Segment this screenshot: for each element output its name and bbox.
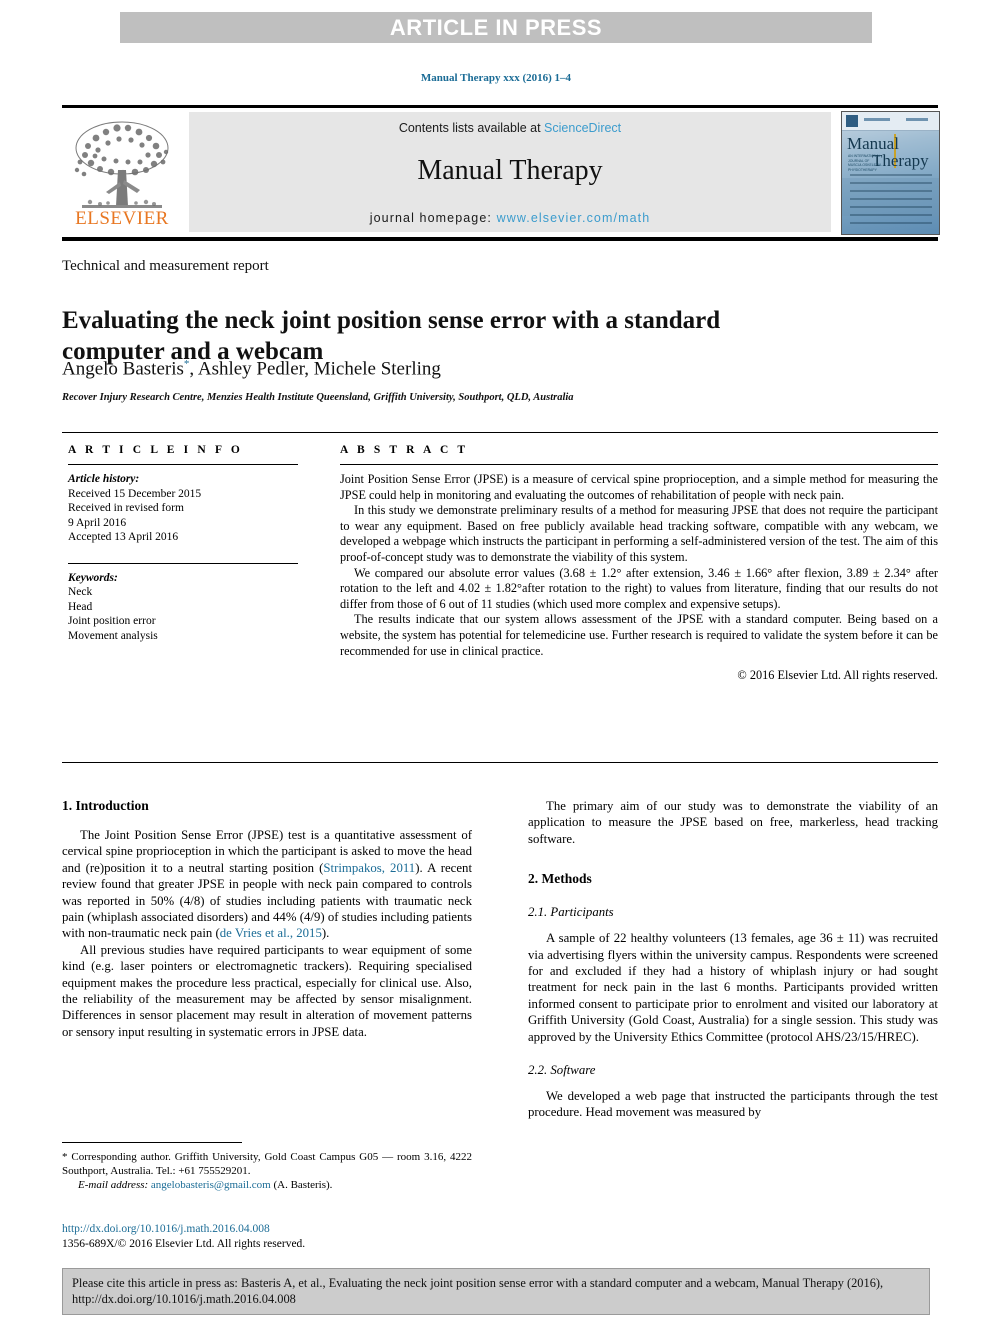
- email-address-label: E-mail address:: [78, 1179, 149, 1191]
- contents-available-line: Contents lists available at ScienceDirec…: [189, 112, 831, 135]
- article-history-label: Article history:: [68, 473, 140, 485]
- article-history-item: Received in revised form: [68, 502, 184, 514]
- issn-copyright-line: 1356-689X/© 2016 Elsevier Ltd. All right…: [62, 1238, 306, 1250]
- keywords-block: Keywords: Neck Head Joint position error…: [68, 571, 298, 644]
- article-info-rule: [68, 464, 298, 465]
- body-paragraph: The Joint Position Sense Error (JPSE) te…: [62, 827, 472, 942]
- body-paragraph: The primary aim of our study was to demo…: [528, 799, 938, 846]
- body-paragraph: We developed a web page that instructed …: [528, 1089, 938, 1120]
- article-info-column: A R T I C L E I N F O Article history: R…: [68, 444, 298, 643]
- abstract-body: Joint Position Sense Error (JPSE) is a m…: [340, 472, 938, 684]
- author-list: Angelo Basteris*, Ashley Pedler, Michele…: [62, 358, 862, 380]
- elsevier-logo: ELSEVIER: [62, 112, 182, 232]
- abstract-copyright: © 2016 Elsevier Ltd. All rights reserved…: [737, 668, 938, 683]
- keywords-label: Keywords:: [68, 571, 118, 584]
- doi-link[interactable]: http://dx.doi.org/10.1016/j.math.2016.04…: [62, 1222, 472, 1237]
- email-address-link[interactable]: angelobasteris@gmail.com: [151, 1179, 271, 1191]
- citation-link-devries[interactable]: de Vries et al., 2015: [220, 926, 322, 940]
- doi-block: http://dx.doi.org/10.1016/j.math.2016.04…: [62, 1222, 472, 1252]
- citation-link-strimpakos[interactable]: Strimpakos, 2011: [323, 861, 415, 875]
- journal-masthead: ELSEVIER Contents lists available at Sci…: [62, 105, 940, 236]
- body-paragraph: All previous studies have required parti…: [62, 942, 472, 1039]
- article-history-block: Article history: Received 15 December 20…: [68, 472, 298, 545]
- masthead-bottom-rule: [62, 237, 938, 241]
- journal-title: Manual Therapy: [417, 155, 603, 186]
- cover-subtitle-text: AN INTERNATIONAL JOURNAL OF MUSCULOSKELE…: [848, 154, 882, 172]
- article-history-item: 9 April 2016: [68, 516, 127, 529]
- abstract-paragraph: The results indicate that our system all…: [340, 612, 938, 658]
- email-address-suffix: (A. Basteris).: [270, 1179, 333, 1191]
- journal-cover-thumbnail: Manual Therapy AN INTERNATIONAL JOURNAL …: [841, 111, 940, 235]
- sciencedirect-link[interactable]: ScienceDirect: [544, 121, 621, 135]
- keywords-rule: [68, 562, 298, 564]
- corresponding-author-footnote: * Corresponding author. Griffith Univers…: [62, 1150, 472, 1192]
- body-column-right: The primary aim of our study was to demo…: [528, 798, 938, 1121]
- article-history-item: Accepted 13 April 2016: [68, 531, 179, 543]
- paragraph-text-segment: ).: [321, 926, 330, 941]
- article-history-item: Received 15 December 2015: [68, 487, 202, 500]
- article-in-press-banner: ARTICLE IN PRESS: [120, 12, 872, 43]
- cover-header-bar-left: [864, 118, 890, 121]
- heading-participants: 2.1. Participants: [528, 905, 614, 920]
- contents-prefix-text: Contents lists available at: [398, 121, 545, 135]
- keyword-item: Movement analysis: [68, 629, 158, 642]
- keyword-item: Head: [68, 600, 93, 613]
- heading-software: 2.2. Software: [528, 1063, 596, 1078]
- corresponding-author-text: * Corresponding author. Griffith Univers…: [62, 1150, 472, 1178]
- article-section-label: Technical and measurement report: [62, 258, 269, 274]
- abstract-rule: [340, 464, 938, 465]
- heading-methods: 2. Methods: [528, 871, 592, 887]
- journal-homepage-line: journal homepage: www.elsevier.com/math: [189, 211, 831, 225]
- email-address-line: E-mail address: angelobasteris@gmail.com…: [62, 1178, 472, 1192]
- homepage-prefix-text: journal homepage:: [369, 211, 497, 225]
- elsevier-wordmark: ELSEVIER: [75, 208, 169, 229]
- abstract-paragraph: We compared our absolute error values (3…: [340, 565, 938, 611]
- abstract-paragraph: Joint Position Sense Error (JPSE) is a m…: [340, 472, 938, 502]
- heading-introduction: 1. Introduction: [62, 798, 149, 813]
- body-paragraph: A sample of 22 healthy volunteers (13 fe…: [528, 931, 938, 1044]
- body-column-left: 1. Introduction The Joint Position Sense…: [62, 798, 472, 1040]
- cover-elsevier-mark-icon: [846, 115, 858, 127]
- cover-text-lines: [850, 174, 932, 230]
- info-band-top-rule: [62, 432, 938, 433]
- masthead-center-panel: Contents lists available at ScienceDirec…: [189, 112, 831, 232]
- info-band-bottom-rule: [62, 762, 938, 763]
- running-head: Manual Therapy xxx (2016) 1–4: [420, 72, 572, 84]
- cover-header-bar-right: [906, 118, 928, 121]
- author-affiliation: Recover Injury Research Centre, Menzies …: [62, 392, 574, 403]
- cite-this-article-box: Please cite this article in press as: Ba…: [62, 1268, 930, 1315]
- footnote-rule: [62, 1142, 242, 1143]
- abstract-heading: A B S T R A C T: [340, 444, 469, 456]
- abstract-column: A B S T R A C T Joint Position Sense Err…: [340, 444, 938, 684]
- author-first: Angelo Basteris: [62, 358, 184, 380]
- keyword-item: Joint position error: [68, 615, 156, 627]
- article-info-heading: A R T I C L E I N F O: [68, 444, 243, 456]
- abstract-paragraph: In this study we demonstrate preliminary…: [340, 503, 938, 564]
- keyword-item: Neck: [68, 586, 93, 598]
- footnote-body-text: Corresponding author. Griffith Universit…: [62, 1151, 472, 1177]
- journal-homepage-link[interactable]: www.elsevier.com/math: [497, 211, 651, 225]
- author-rest: , Ashley Pedler, Michele Sterling: [189, 358, 441, 380]
